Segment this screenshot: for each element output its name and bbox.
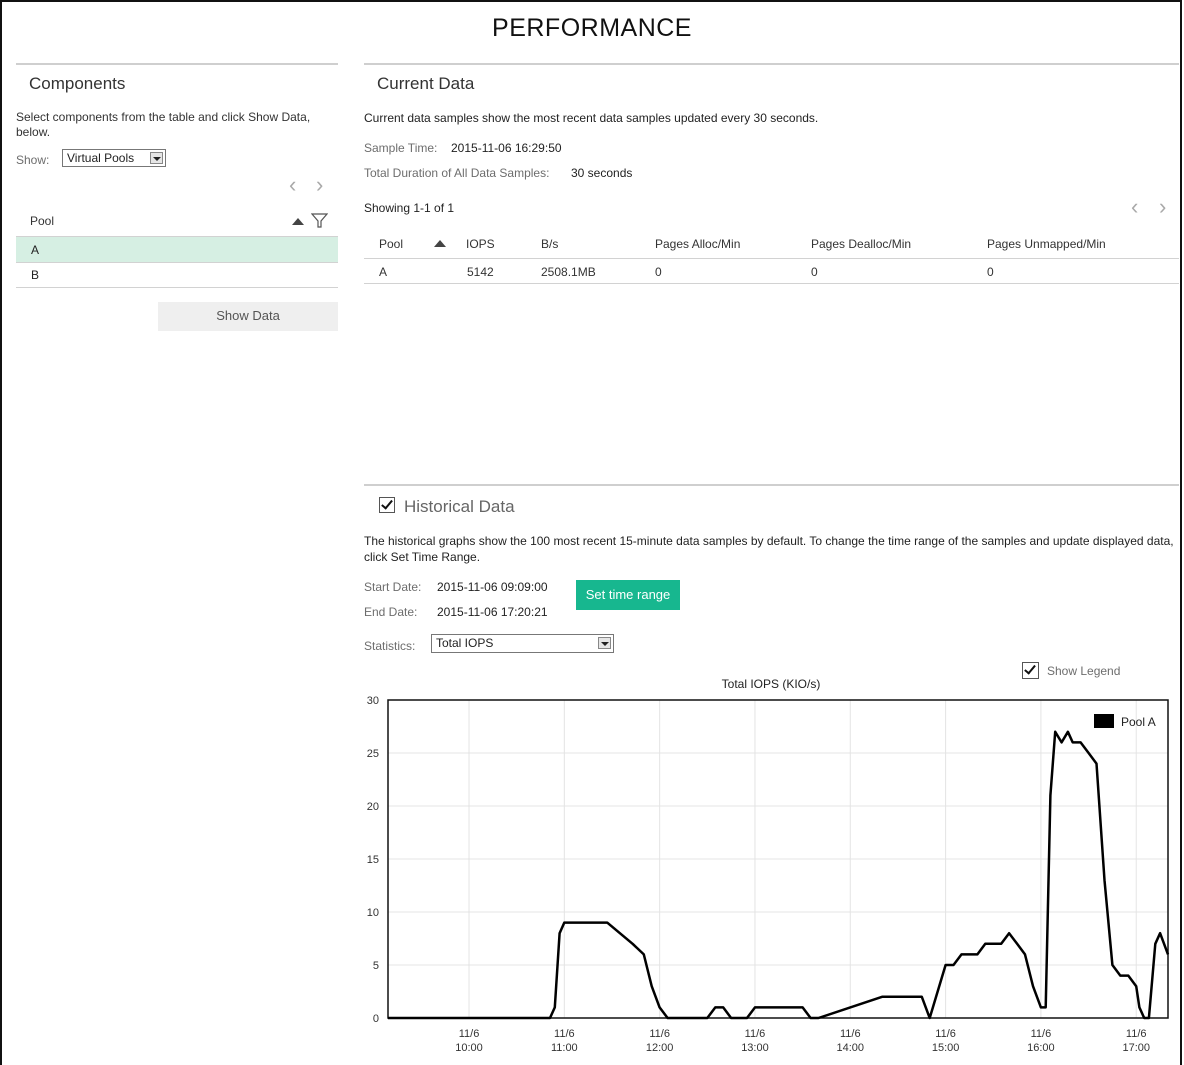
x-tick-date: 11/6 — [649, 1028, 670, 1040]
filter-icon[interactable] — [311, 213, 328, 228]
x-tick-time: 15:00 — [932, 1042, 960, 1054]
cell-pool: A — [379, 265, 388, 279]
historical-description: The historical graphs show the 100 most … — [364, 534, 1174, 564]
start-date-label: Start Date: — [364, 580, 422, 594]
prev-page-icon[interactable]: ‹ — [1131, 196, 1138, 218]
x-tick-date: 11/6 — [745, 1028, 766, 1040]
x-tick-time: 17:00 — [1122, 1042, 1150, 1054]
y-tick-label: 0 — [373, 1013, 379, 1025]
cell-pages-unmapped: 0 — [987, 265, 994, 279]
historical-checkbox[interactable] — [379, 497, 395, 513]
end-date-label: End Date: — [364, 605, 418, 619]
y-tick-label: 25 — [367, 748, 379, 760]
x-tick-date: 11/6 — [554, 1028, 575, 1040]
x-tick-date: 11/6 — [840, 1028, 861, 1040]
historical-divider — [364, 484, 1179, 486]
x-tick-date: 11/6 — [459, 1028, 480, 1040]
table-row[interactable]: B — [16, 263, 338, 287]
chart-grid — [388, 700, 1168, 1018]
legend-swatch — [1094, 714, 1114, 728]
column-header-iops[interactable]: IOPS — [466, 237, 495, 251]
statistics-label: Statistics: — [364, 639, 416, 653]
column-header-pages-unmapped[interactable]: Pages Unmapped/Min — [987, 237, 1106, 251]
statistics-select-value: Total IOPS — [436, 636, 494, 650]
x-tick-time: 11:00 — [551, 1042, 578, 1054]
row-divider — [364, 283, 1179, 284]
pool-column-header[interactable]: Pool — [30, 214, 54, 228]
chart-legend: Pool A — [1094, 714, 1156, 729]
legend-label: Pool A — [1121, 715, 1156, 729]
show-select-value: Virtual Pools — [67, 151, 135, 165]
show-label: Show: — [16, 153, 50, 167]
sample-time-value: 2015-11-06 16:29:50 — [451, 141, 562, 155]
row-divider — [16, 287, 338, 288]
duration-value: 30 seconds — [571, 166, 633, 180]
current-divider — [364, 63, 1179, 65]
page-title: PERFORMANCE — [492, 14, 692, 42]
x-tick-time: 10:00 — [455, 1042, 483, 1054]
column-header-pages-alloc[interactable]: Pages Alloc/Min — [655, 237, 740, 251]
cell-pages-alloc: 0 — [655, 265, 662, 279]
prev-page-icon[interactable]: ‹ — [289, 174, 296, 196]
series-line-pool-a — [388, 730, 1170, 1020]
cell-pages-dealloc: 0 — [811, 265, 818, 279]
pool-cell: A — [31, 243, 40, 257]
y-tick-label: 5 — [373, 960, 379, 972]
cell-bytes: 2508.1MB — [541, 265, 596, 279]
cell-iops: 5142 — [467, 265, 494, 279]
column-header-pool[interactable]: Pool — [379, 237, 403, 251]
chart-title: Total IOPS (KIO/s) — [722, 677, 821, 691]
duration-label: Total Duration of All Data Samples: — [364, 166, 550, 180]
next-page-icon[interactable]: › — [316, 174, 323, 196]
chevron-down-icon — [598, 637, 611, 649]
set-time-range-button[interactable]: Set time range — [576, 580, 680, 610]
x-tick-time: 12:00 — [646, 1042, 674, 1054]
x-axis: 11/6 10:00 11/6 11:00 11/6 12:00 11/6 13:00 11/6… — [455, 1028, 1150, 1054]
components-divider — [16, 63, 338, 65]
show-select[interactable]: Virtual Pools — [62, 149, 166, 167]
current-description: Current data samples show the most recen… — [364, 111, 819, 125]
end-date-value: 2015-11-06 17:20:21 — [437, 605, 548, 619]
column-header-bytes[interactable]: B/s — [541, 237, 558, 251]
x-tick-date: 11/6 — [1031, 1028, 1052, 1040]
historical-title: Historical Data — [404, 497, 515, 516]
x-tick-time: 13:00 — [741, 1042, 769, 1054]
components-title: Components — [29, 74, 126, 93]
y-tick-label: 20 — [367, 801, 379, 813]
components-instructions: Select components from the table and cli… — [16, 110, 311, 139]
chevron-down-icon — [150, 152, 163, 164]
x-tick-date: 11/6 — [935, 1028, 956, 1040]
sort-ascending-icon[interactable] — [292, 218, 304, 225]
show-data-button[interactable]: Show Data — [158, 302, 338, 331]
showing-count: Showing 1-1 of 1 — [364, 201, 455, 215]
y-axis: 0 5 10 15 20 25 30 — [367, 695, 379, 1025]
table-row-selected[interactable]: A — [16, 237, 338, 262]
start-date-value: 2015-11-06 09:09:00 — [437, 580, 548, 594]
table-row[interactable]: A 5142 2508.1MB 0 0 0 — [364, 259, 1179, 283]
sample-time-label: Sample Time: — [364, 141, 438, 155]
pool-cell: B — [31, 268, 40, 282]
statistics-select[interactable]: Total IOPS — [431, 634, 614, 653]
series-layer — [388, 730, 1170, 1020]
total-iops-chart: 0 5 10 15 20 25 30 11/6 10:00 11/6 11:00 11/6 12:00… — [367, 677, 1170, 1054]
next-page-icon[interactable]: › — [1159, 196, 1166, 218]
current-title: Current Data — [377, 74, 475, 93]
y-tick-label: 30 — [367, 695, 379, 707]
x-tick-date: 11/6 — [1126, 1028, 1147, 1040]
x-tick-time: 16:00 — [1027, 1042, 1055, 1054]
column-header-pages-dealloc[interactable]: Pages Dealloc/Min — [811, 237, 911, 251]
sort-ascending-icon[interactable] — [434, 240, 446, 247]
x-tick-time: 14:00 — [837, 1042, 865, 1054]
y-tick-label: 10 — [367, 907, 379, 919]
y-tick-label: 15 — [367, 854, 379, 866]
